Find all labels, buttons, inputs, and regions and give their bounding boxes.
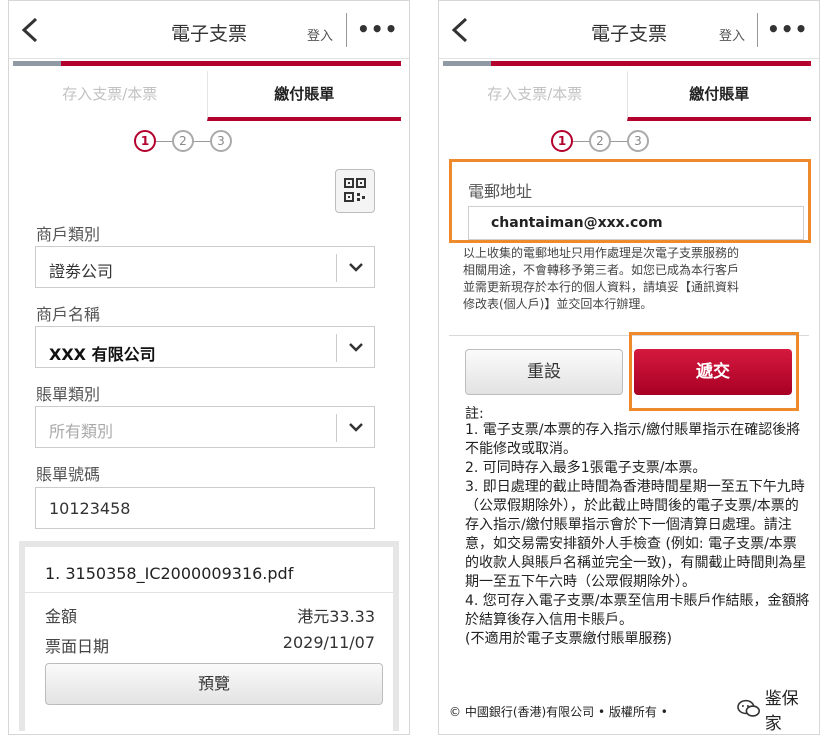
bill-number-input[interactable]: 10123458: [35, 487, 375, 529]
qr-code-icon[interactable]: [335, 169, 375, 213]
merchant-name-select[interactable]: XXX 有限公司: [35, 326, 375, 368]
step-1: 1: [134, 130, 156, 152]
tab-deposit-cheque[interactable]: 存入支票/本票: [13, 71, 207, 121]
bill-type-select[interactable]: 所有類別: [35, 406, 375, 448]
tab-bar: 存入支票/本票 繳付賬單: [13, 71, 401, 121]
note-item: 1. 電子支票/本票的存入指示/繳付賬單指示在確認後將不能修改或取消。: [465, 422, 801, 457]
notes-list: 1. 電子支票/本票的存入指示/繳付賬單指示在確認後將不能修改或取消。 2. 可…: [465, 421, 810, 649]
tab-pay-bill[interactable]: 繳付賬單: [206, 71, 401, 121]
login-link[interactable]: 登入: [719, 25, 745, 44]
header-divider: [346, 13, 347, 47]
preview-button[interactable]: 預覽: [45, 663, 383, 705]
progress-bar: [13, 61, 401, 66]
date-value: 2029/11/07: [282, 633, 375, 652]
step-indicator: 1 2 3: [134, 126, 232, 156]
top-bar: 電子支票 登入 •••: [439, 1, 819, 59]
bill-type-placeholder: 所有類別: [49, 422, 114, 441]
merchant-type-select[interactable]: 證劵公司: [35, 246, 375, 288]
submit-button[interactable]: 遞交: [634, 349, 792, 395]
step-3: 3: [210, 130, 232, 152]
notes-title: 註:: [465, 406, 484, 422]
amount-label: 金額: [45, 607, 78, 626]
tab-bar: 存入支票/本票 繳付賬單: [443, 71, 811, 121]
page-title: 電子支票: [590, 23, 667, 45]
progress-done: [13, 61, 61, 66]
reset-button[interactable]: 重設: [465, 349, 623, 395]
merchant-type-label: 商戶類別: [36, 225, 101, 244]
more-dots-icon[interactable]: •••: [767, 17, 808, 41]
step-connector: [573, 140, 589, 142]
chevron-down-icon[interactable]: [336, 414, 374, 442]
email-input[interactable]: chantaiman@xxx.com: [468, 206, 804, 240]
wechat-icon: [737, 699, 760, 717]
date-label: 票面日期: [45, 637, 110, 656]
merchant-name-value: XXX 有限公司: [49, 345, 156, 364]
note-item: 3. 即日處理的截止時間為香港時間星期一至五下午九時（公眾假期除外），於此截止時…: [465, 479, 807, 590]
step-connector: [194, 140, 210, 142]
login-link[interactable]: 登入: [307, 25, 333, 44]
page-title: 電子支票: [170, 23, 247, 45]
note-item: 2. 可同時存入最多1張電子支票/本票。: [465, 460, 707, 476]
merchant-name-label: 商戶名稱: [36, 305, 101, 324]
progress-bar: [443, 61, 811, 66]
card-divider: [25, 592, 393, 593]
bill-number-value: 10123458: [49, 499, 131, 518]
amount-value: 港元33.33: [297, 607, 375, 626]
step-3: 3: [627, 130, 649, 152]
email-value: chantaiman@xxx.com: [491, 215, 663, 231]
email-label: 電郵地址: [468, 182, 533, 201]
tab-deposit-cheque[interactable]: 存入支票/本票: [443, 71, 627, 121]
note-item: 4. 您可存入電子支票/本票至信用卡賬戶作結賬，金額將於結算後存入信用卡賬戶。: [465, 593, 810, 628]
step-indicator: 1 2 3: [551, 126, 649, 156]
bill-number-label: 賬單號碼: [36, 465, 101, 484]
note-item: (不適用於電子支票繳付賬單服務): [465, 631, 672, 647]
header-divider: [757, 13, 758, 47]
attachment-card-body: 1. 3150358_IC2000009316.pdf 金額 港元33.33 票…: [25, 547, 393, 731]
copyright-footer: © 中國銀行(香港)有限公司 • 版權所有 •: [449, 705, 668, 719]
left-phone-screen: 電子支票 登入 ••• 存入支票/本票 繳付賬單 1 2 3 商戶類別 證劵公司: [8, 0, 410, 735]
top-bar: 電子支票 登入 •••: [9, 1, 409, 59]
tab-pay-bill[interactable]: 繳付賬單: [626, 71, 811, 121]
attachment-card: 1. 3150358_IC2000009316.pdf 金額 港元33.33 票…: [19, 541, 399, 731]
step-connector: [156, 140, 172, 142]
chevron-down-icon[interactable]: [336, 334, 374, 362]
step-2: 2: [589, 130, 611, 152]
progress-done: [443, 61, 491, 66]
right-phone-screen: 電子支票 登入 ••• 存入支票/本票 繳付賬單 1 2 3 電郵地址 chan…: [438, 0, 820, 735]
bill-type-label: 賬單類別: [36, 385, 101, 404]
attachment-filename: 1. 3150358_IC2000009316.pdf: [45, 564, 294, 583]
watermark: 鉴保家: [733, 682, 819, 734]
merchant-type-value: 證劵公司: [49, 262, 114, 281]
chevron-down-icon[interactable]: [336, 254, 374, 282]
step-1: 1: [551, 130, 573, 152]
email-highlight-box: 電郵地址 chantaiman@xxx.com: [449, 159, 811, 243]
watermark-text: 鉴保家: [764, 689, 799, 734]
step-connector: [611, 140, 627, 142]
step-2: 2: [172, 130, 194, 152]
privacy-notice: 以上收集的電郵地址只用作處理是次電子支票服務的 相關用途，不會轉移予第三者。如您…: [463, 246, 740, 311]
more-dots-icon[interactable]: •••: [357, 17, 398, 41]
